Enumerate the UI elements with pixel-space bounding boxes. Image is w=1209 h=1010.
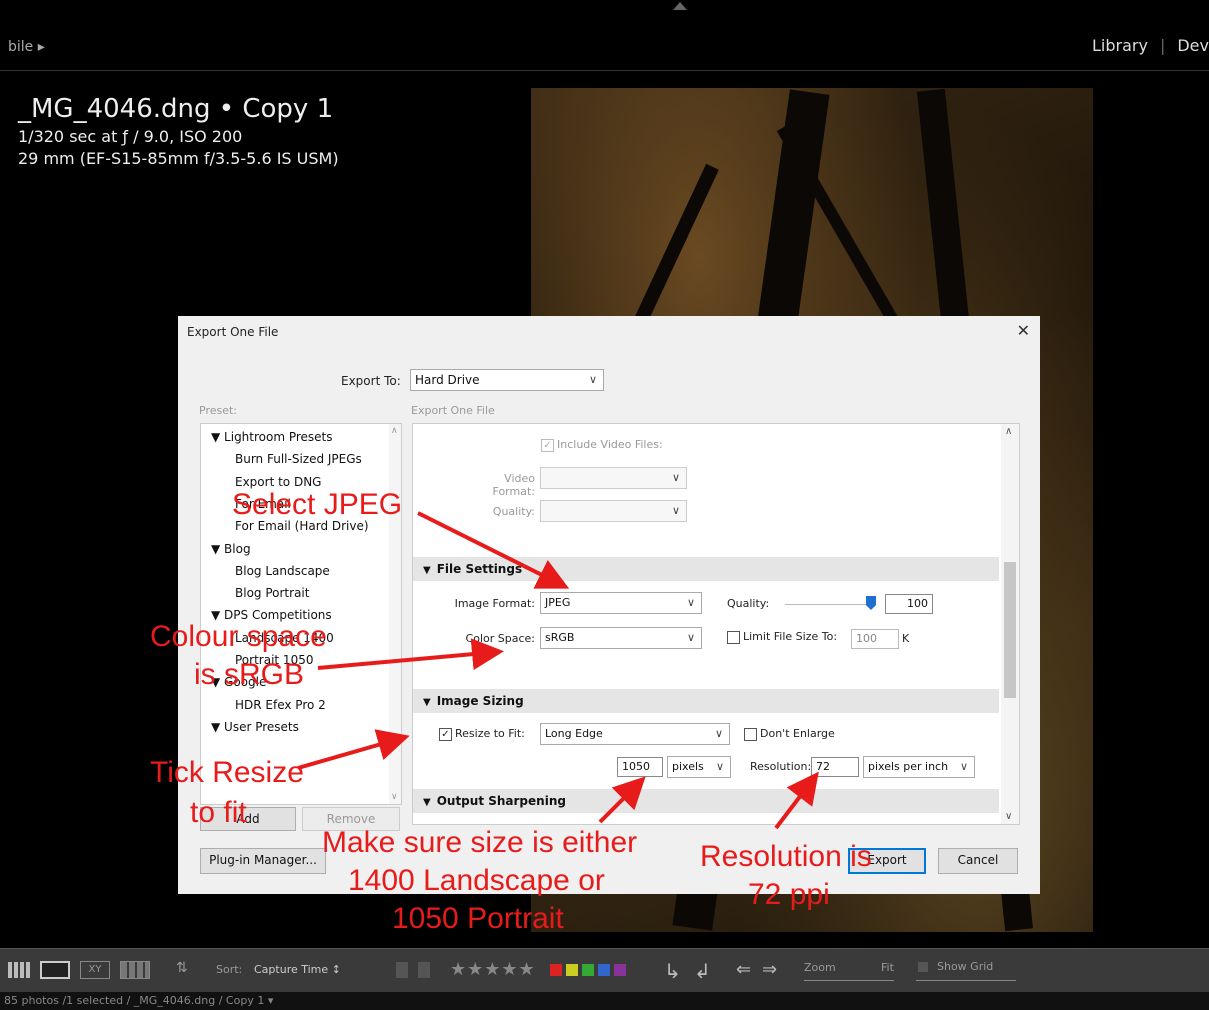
show-grid-label: Show Grid (937, 960, 994, 973)
rotate-left-icon[interactable]: ↳ (664, 959, 681, 983)
rating-stars[interactable]: ★★★★★ (450, 959, 536, 980)
rotate-right-icon[interactable]: ↲ (694, 959, 711, 983)
loupe-view-icon[interactable] (40, 961, 70, 979)
annotation-resolution-line1: Resolution is (700, 840, 872, 873)
annotation-tick-resize-line1: Tick Resize (150, 756, 304, 789)
arrow-to-size-input (598, 776, 646, 824)
zoom-fit-label: Fit (881, 961, 894, 974)
color-label-swatch[interactable] (582, 964, 594, 976)
zoom-label: Zoom (804, 961, 836, 974)
selection-status: 85 photos /1 selected / _MG_4046.dng / C… (4, 994, 274, 1007)
library-toolbar: XY ⇅ Sort: Capture Time ↕ ★★★★★ ↳ ↲ ⇐ ⇒ … (0, 948, 1209, 993)
grid-size-slider[interactable] (916, 980, 1016, 981)
annotation-size-line1: Make sure size is either (322, 826, 638, 859)
arrow-to-resize-to-fit (297, 729, 410, 770)
flag-pick-icon[interactable] (396, 962, 408, 978)
annotation-tick-resize-line2: to fit (190, 796, 247, 829)
annotation-colour-space-line2: is sRGB (194, 658, 305, 691)
color-label-swatch[interactable] (614, 964, 626, 976)
previous-photo-icon[interactable]: ⇐ (736, 959, 751, 980)
annotation-resolution-line2: 72 ppi (748, 878, 830, 911)
annotation-size-line2: 1400 Landscape or (348, 864, 605, 897)
flag-reject-icon[interactable] (418, 962, 430, 978)
zoom-slider[interactable] (804, 980, 894, 981)
next-photo-icon[interactable]: ⇒ (762, 959, 777, 980)
color-label-swatch[interactable] (598, 964, 610, 976)
survey-view-icon[interactable] (120, 961, 150, 979)
color-label-swatch[interactable] (566, 964, 578, 976)
annotation-colour-space-line1: Colour space (150, 620, 327, 653)
arrow-to-color-space (317, 638, 504, 671)
arrow-to-image-format (417, 511, 570, 589)
sort-direction-icon[interactable]: ⇅ (176, 960, 188, 976)
show-grid-checkbox[interactable] (918, 962, 928, 972)
color-label-swatch[interactable] (550, 964, 562, 976)
sort-label: Sort: (216, 963, 243, 976)
annotation-size-line3: 1050 Portrait (392, 902, 564, 935)
sort-select[interactable]: Capture Time ↕ (254, 963, 341, 976)
grid-view-icon[interactable] (8, 962, 30, 978)
annotation-select-jpeg: Select JPEG (232, 488, 403, 521)
arrow-to-resolution-input (774, 771, 819, 830)
compare-view-icon[interactable]: XY (80, 961, 110, 979)
filmstrip-status: 85 photos /1 selected / _MG_4046.dng / C… (0, 992, 1209, 1010)
